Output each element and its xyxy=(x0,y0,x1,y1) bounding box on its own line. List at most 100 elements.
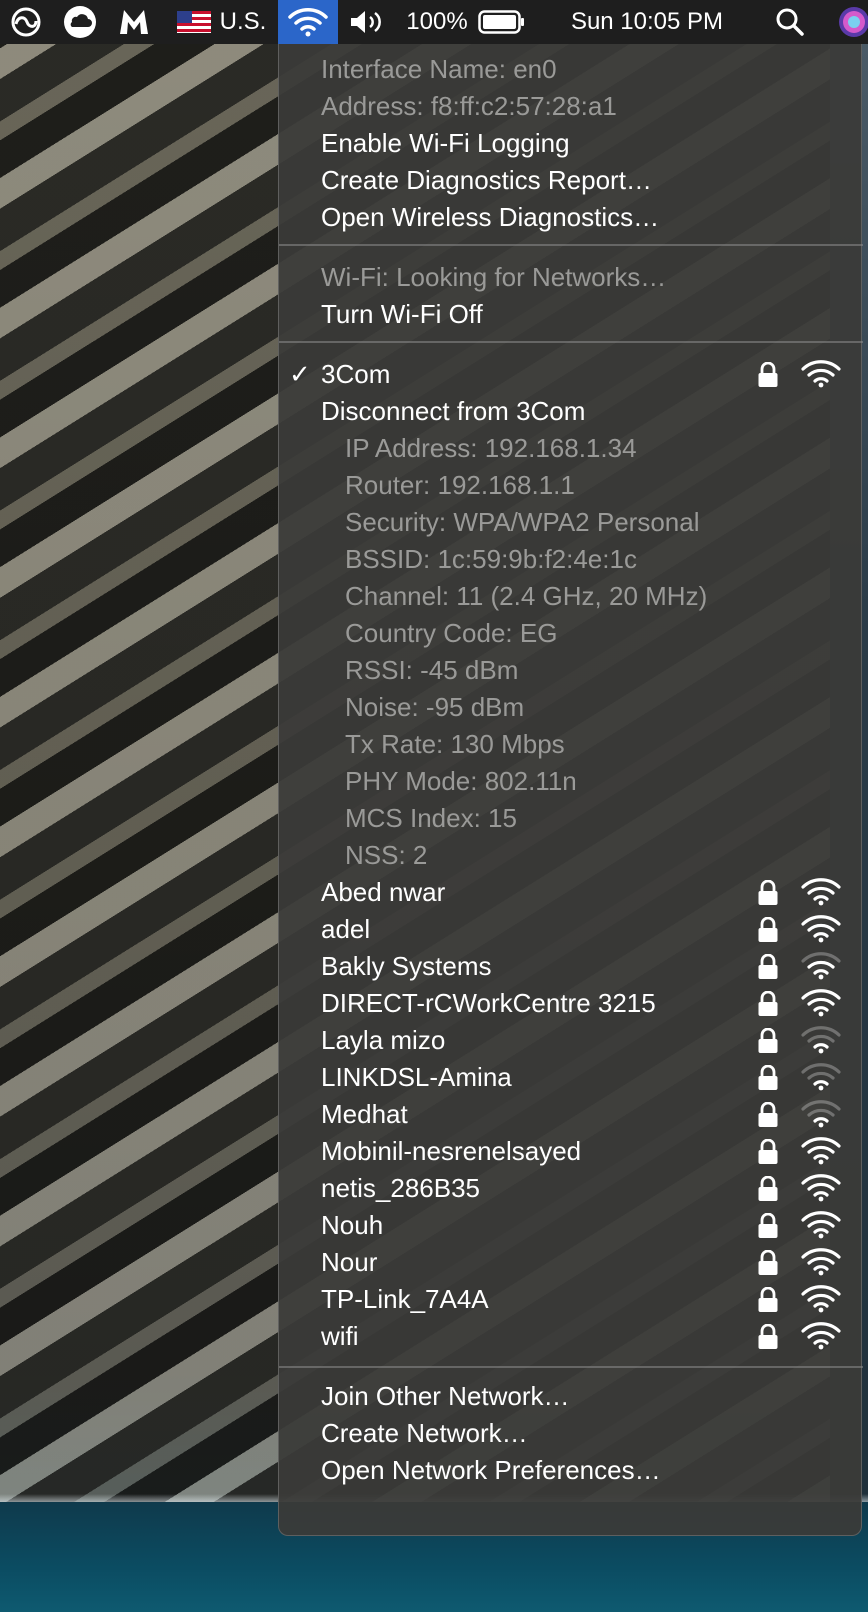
connection-detail-label: IP Address: 192.168.1.34 xyxy=(345,432,637,463)
creative-cloud-icon[interactable] xyxy=(4,0,48,44)
wifi-signal-icon xyxy=(801,915,841,943)
input-source-label[interactable]: U.S. xyxy=(218,0,268,44)
menu-separator xyxy=(279,1366,863,1368)
network-name: Nour xyxy=(321,1246,378,1277)
connection-detail-label: MCS Index: 15 xyxy=(345,802,517,833)
lock-icon xyxy=(758,954,778,979)
wifi-signal-icon xyxy=(801,952,841,980)
menu-item-wifi-status: Wi-Fi: Looking for Networks… xyxy=(279,258,863,296)
network-item[interactable]: Medhat xyxy=(279,1095,863,1133)
connection-detail-row: Security: WPA/WPA2 Personal xyxy=(279,503,863,541)
menu-item-address: Address: f8:ff:c2:57:28:a1 xyxy=(279,87,863,125)
connection-detail-row: Country Code: EG xyxy=(279,614,863,652)
wifi-signal-icon xyxy=(801,1100,841,1128)
connection-detail-label: Router: 192.168.1.1 xyxy=(345,469,575,500)
network-item[interactable]: Layla mizo xyxy=(279,1021,863,1059)
menu-item-open-network-preferences[interactable]: Open Network Preferences… xyxy=(279,1451,863,1489)
connection-detail-row: Router: 192.168.1.1 xyxy=(279,466,863,504)
menu-item-enable-logging[interactable]: Enable Wi-Fi Logging xyxy=(279,124,863,162)
wifi-dropdown-menu: Interface Name: en0 Address: f8:ff:c2:57… xyxy=(278,44,863,1536)
wifi-signal-icon xyxy=(801,1285,841,1313)
network-item[interactable]: Abed nwar xyxy=(279,873,863,911)
menu-separator xyxy=(279,244,863,246)
spotlight-search-icon[interactable] xyxy=(768,0,812,44)
lock-icon xyxy=(758,991,778,1016)
lock-icon xyxy=(758,1287,778,1312)
turn-wifi-off-label: Turn Wi-Fi Off xyxy=(321,298,483,329)
connection-detail-row: Tx Rate: 130 Mbps xyxy=(279,725,863,763)
network-name: Mobinil-nesrenelsayed xyxy=(321,1135,582,1166)
us-flag-icon[interactable] xyxy=(176,0,212,44)
connection-detail-row: Noise: -95 dBm xyxy=(279,688,863,726)
menu-item-open-wireless-diagnostics[interactable]: Open Wireless Diagnostics… xyxy=(279,198,863,236)
open-diagnostics-label: Open Wireless Diagnostics… xyxy=(321,201,660,232)
network-item[interactable]: TP-Link_7A4A xyxy=(279,1280,863,1318)
interface-name-label: Interface Name: en0 xyxy=(321,53,557,84)
connection-detail-row: BSSID: 1c:59:9b:f2:4e:1c xyxy=(279,540,863,578)
wifi-menu-button[interactable] xyxy=(278,0,338,44)
menu-item-create-diagnostics-report[interactable]: Create Diagnostics Report… xyxy=(279,161,863,199)
clock-text: Sun 10:05 PM xyxy=(570,8,724,35)
lock-icon xyxy=(758,1176,778,1201)
network-name: LINKDSL-Amina xyxy=(321,1061,512,1092)
network-item[interactable]: netis_286B35 xyxy=(279,1169,863,1207)
wifi-signal-icon xyxy=(801,1026,841,1054)
checkmark-icon: ✓ xyxy=(289,358,311,389)
input-source-text: U.S. xyxy=(219,8,267,35)
connection-detail-label: PHY Mode: 802.11n xyxy=(345,765,577,796)
lock-icon xyxy=(758,1324,778,1349)
wifi-signal-icon xyxy=(801,1211,841,1239)
battery-percentage-text: 100% xyxy=(406,8,468,35)
battery-icon[interactable] xyxy=(474,0,530,44)
network-item[interactable]: Nour xyxy=(279,1243,863,1281)
wifi-signal-icon xyxy=(801,1248,841,1276)
network-name: Layla mizo xyxy=(321,1024,446,1055)
menu-item-create-network[interactable]: Create Network… xyxy=(279,1414,863,1452)
menu-item-turn-wifi-off[interactable]: Turn Wi-Fi Off xyxy=(279,295,863,333)
connection-detail-row: PHY Mode: 802.11n xyxy=(279,762,863,800)
network-name: Medhat xyxy=(321,1098,408,1129)
enable-logging-label: Enable Wi-Fi Logging xyxy=(321,127,570,158)
network-item[interactable]: Mobinil-nesrenelsayed xyxy=(279,1132,863,1170)
lock-icon xyxy=(758,1065,778,1090)
wifi-signal-icon xyxy=(801,989,841,1017)
wifi-signal-icon xyxy=(801,1137,841,1165)
battery-percentage[interactable]: 100% xyxy=(404,0,470,44)
network-name: DIRECT-rCWorkCentre 3215 xyxy=(321,987,656,1018)
connection-detail-label: RSSI: -45 dBm xyxy=(345,654,519,685)
network-item[interactable]: adel xyxy=(279,910,863,948)
connection-detail-label: Channel: 11 (2.4 GHz, 20 MHz) xyxy=(345,580,708,611)
clock[interactable]: Sun 10:05 PM xyxy=(552,0,742,44)
open-prefs-label: Open Network Preferences… xyxy=(321,1454,661,1485)
menu-separator xyxy=(279,341,863,343)
menu-item-join-other-network[interactable]: Join Other Network… xyxy=(279,1377,863,1415)
connected-network-name: 3Com xyxy=(321,358,391,389)
network-item[interactable]: DIRECT-rCWorkCentre 3215 xyxy=(279,984,863,1022)
network-item[interactable]: wifi xyxy=(279,1317,863,1355)
connection-detail-row: IP Address: 192.168.1.34 xyxy=(279,429,863,467)
network-name: netis_286B35 xyxy=(321,1172,481,1203)
siri-icon[interactable] xyxy=(834,0,868,44)
wifi-icon xyxy=(288,8,328,37)
lock-icon xyxy=(758,362,778,387)
network-name: adel xyxy=(321,913,371,944)
menu-item-disconnect[interactable]: Disconnect from 3Com xyxy=(279,392,863,430)
malwarebytes-icon[interactable] xyxy=(112,0,156,44)
network-item[interactable]: Nouh xyxy=(279,1206,863,1244)
connection-detail-row: Channel: 11 (2.4 GHz, 20 MHz) xyxy=(279,577,863,615)
network-name: Bakly Systems xyxy=(321,950,492,981)
lock-icon xyxy=(758,917,778,942)
wifi-signal-icon xyxy=(801,1322,841,1350)
connection-detail-label: Security: WPA/WPA2 Personal xyxy=(345,506,700,537)
connection-detail-label: NSS: 2 xyxy=(345,839,428,870)
wifi-status-label: Wi-Fi: Looking for Networks… xyxy=(321,261,667,292)
network-name: TP-Link_7A4A xyxy=(321,1283,489,1314)
network-item[interactable]: Bakly Systems xyxy=(279,947,863,985)
network-item[interactable]: LINKDSL-Amina xyxy=(279,1058,863,1096)
wifi-signal-icon xyxy=(801,878,841,906)
network-name: wifi xyxy=(321,1320,359,1351)
volume-icon[interactable] xyxy=(344,0,388,44)
icloud-icon[interactable] xyxy=(58,0,102,44)
lock-icon xyxy=(758,1213,778,1238)
network-item-connected[interactable]: ✓ 3Com xyxy=(279,355,863,393)
